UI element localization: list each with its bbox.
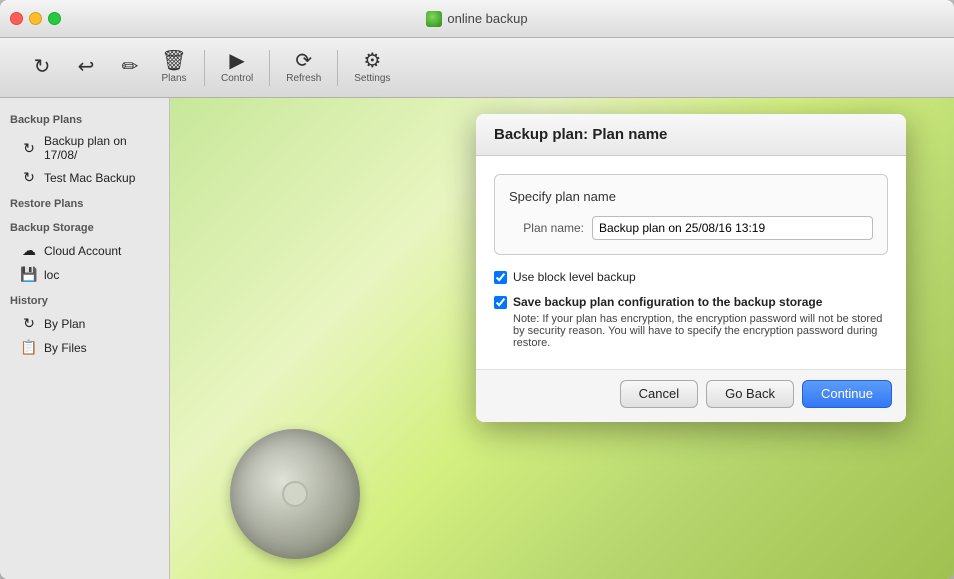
edit-icon: ✏ [122,57,139,77]
close-button[interactable] [10,12,23,25]
toolbar-plans-undo[interactable]: ↩ [64,53,108,83]
sidebar-section-backup-plans: Backup Plans [0,106,169,130]
toolbar: ↻ ↩ ✏ 🗑 Plans ▶ Control ⟳ Refresh [0,38,954,98]
toolbar-refresh-button[interactable]: ⟳ Refresh [278,47,329,88]
play-icon: ▶ [229,51,244,71]
toolbar-plans-edit[interactable]: ✏ [108,53,152,83]
toolbar-plans-delete[interactable]: 🗑 Plans [152,47,196,88]
backup-plan-1-icon: ↻ [20,140,38,157]
toolbar-separator-3 [337,50,338,86]
plan-name-label: Plan name: [509,221,584,235]
refresh-main-icon: ⟳ [295,51,312,71]
app-icon [426,11,442,27]
sidebar-item-by-plan[interactable]: ↻ By Plan [4,312,165,335]
sidebar-section-backup-storage: Backup Storage [0,214,169,238]
minimize-button[interactable] [29,12,42,25]
refresh-icon: ↻ [34,57,51,77]
main-window: online backup ↻ ↩ ✏ 🗑 Plans [0,0,954,579]
main-area: Backup Plans ↻ Backup plan on 17/08/ ↻ T… [0,98,954,579]
loc-icon: 💾 [20,266,38,283]
content-area: Backup plan: Plan name Specify plan name… [170,98,954,579]
block-level-checkbox-row: Use block level backup [494,269,888,286]
cloud-icon: ☁ [20,242,38,259]
save-config-checkbox[interactable] [494,296,507,309]
sidebar-item-backup-plan-1[interactable]: ↻ Backup plan on 17/08/ [4,131,165,165]
sidebar-section-history: History [0,287,169,311]
continue-button[interactable]: Continue [802,380,892,408]
toolbar-control-button[interactable]: ▶ Control [213,47,261,88]
sidebar-item-cloud-account[interactable]: ☁ Cloud Account [4,239,165,262]
block-level-label: Use block level backup [513,269,636,286]
by-files-icon: 📋 [20,339,38,356]
sidebar-item-by-files[interactable]: 📋 By Files [4,336,165,359]
gear-icon: ⚙ [363,51,381,71]
dialog-body: Specify plan name Plan name: Use block l… [476,156,906,369]
dialog-title: Backup plan: Plan name [494,126,888,143]
sidebar-item-test-mac-backup[interactable]: ↻ Test Mac Backup [4,166,165,189]
sidebar: Backup Plans ↻ Backup plan on 17/08/ ↻ T… [0,98,170,579]
sidebar-item-loc[interactable]: 💾 loc [4,263,165,286]
toolbar-separator-2 [269,50,270,86]
disc-decoration [230,429,360,559]
dialog-header: Backup plan: Plan name [476,114,906,156]
toolbar-settings-button[interactable]: ⚙ Settings [346,47,398,88]
by-plan-icon: ↻ [20,315,38,332]
undo-icon: ↩ [78,57,95,77]
window-controls [10,12,61,25]
spec-section-title: Specify plan name [509,189,873,204]
window-title: online backup [426,11,527,27]
plan-name-input[interactable] [592,216,873,240]
test-mac-backup-icon: ↻ [20,169,38,186]
titlebar: online backup [0,0,954,38]
save-config-checkbox-row: Save backup plan configuration to the ba… [494,294,888,349]
toolbar-plans-refresh[interactable]: ↻ [20,53,64,83]
save-config-note: Note: If your plan has encryption, the e… [513,313,888,349]
go-back-button[interactable]: Go Back [706,380,794,408]
dialog-footer: Cancel Go Back Continue [476,369,906,422]
toolbar-separator-1 [204,50,205,86]
dialog: Backup plan: Plan name Specify plan name… [476,114,906,422]
plan-name-row: Plan name: [509,216,873,240]
maximize-button[interactable] [48,12,61,25]
save-config-label: Save backup plan configuration to the ba… [513,294,888,311]
block-level-checkbox[interactable] [494,271,507,284]
toolbar-group-plans: ↻ ↩ ✏ 🗑 Plans [20,47,196,88]
spec-box: Specify plan name Plan name: [494,174,888,255]
delete-icon: 🗑 [161,51,186,71]
cancel-button[interactable]: Cancel [620,380,698,408]
sidebar-section-restore-plans: Restore Plans [0,190,169,214]
